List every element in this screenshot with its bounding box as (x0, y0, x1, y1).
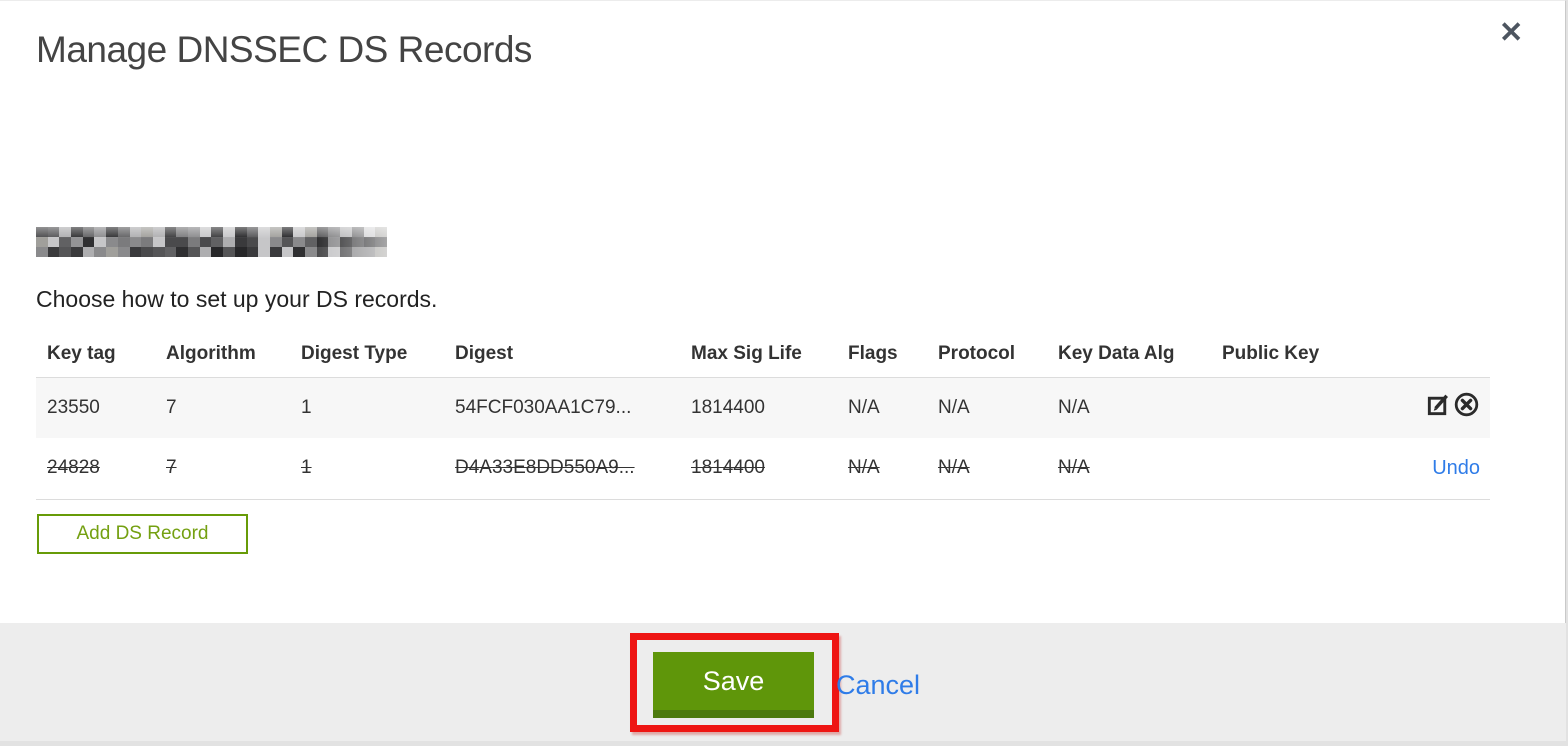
cell-digest: 54FCF030AA1C79... (455, 396, 632, 418)
cell-key-tag: 24828 (47, 457, 100, 479)
undo-link[interactable]: Undo (1432, 457, 1480, 479)
cell-flags: N/A (848, 457, 880, 479)
col-header-protocol: Protocol (938, 342, 1016, 364)
cell-protocol: N/A (938, 457, 970, 479)
cell-digest-type: 1 (301, 457, 312, 479)
cell-flags: N/A (848, 396, 880, 418)
save-button[interactable]: Save (653, 652, 814, 718)
col-header-max-sig-life: Max Sig Life (691, 342, 802, 364)
table-row: 24828 7 1 D4A33E8DD550A9... 1814400 N/A … (36, 438, 1490, 499)
add-ds-record-button[interactable]: Add DS Record (37, 514, 248, 554)
manage-dnssec-modal: Manage DNSSEC DS Records ✕ Choose how to… (0, 0, 1566, 741)
cell-key-data-alg: N/A (1058, 457, 1090, 479)
redacted-domain (36, 227, 387, 257)
col-header-key-data-alg: Key Data Alg (1058, 342, 1175, 364)
col-header-digest-type: Digest Type (301, 342, 408, 364)
col-header-actions (1400, 331, 1490, 377)
edit-icon[interactable] (1425, 391, 1452, 424)
cell-max-sig-life: 1814400 (691, 396, 765, 418)
cell-algorithm: 7 (166, 396, 177, 418)
modal-footer: Save Cancel (0, 623, 1566, 741)
ds-records-table: Key tag Algorithm Digest Type Digest Max… (36, 331, 1490, 500)
intro-text: Choose how to set up your DS records. (36, 286, 438, 312)
cancel-link[interactable]: Cancel (836, 670, 920, 701)
col-header-digest: Digest (455, 342, 514, 364)
col-header-flags: Flags (848, 342, 898, 364)
close-icon[interactable]: ✕ (1499, 19, 1523, 48)
cell-key-tag: 23550 (47, 396, 100, 418)
cell-public-key (1222, 438, 1400, 499)
page-title: Manage DNSSEC DS Records (36, 29, 532, 70)
row-actions: Undo (1400, 438, 1490, 499)
cell-protocol: N/A (938, 396, 970, 418)
table-header-row: Key tag Algorithm Digest Type Digest Max… (36, 331, 1490, 377)
cell-key-data-alg: N/A (1058, 396, 1090, 418)
col-header-public-key: Public Key (1222, 342, 1320, 364)
cell-max-sig-life: 1814400 (691, 457, 765, 479)
delete-icon[interactable] (1453, 391, 1480, 424)
col-header-key-tag: Key tag (47, 342, 116, 364)
cell-digest: D4A33E8DD550A9... (455, 457, 635, 479)
cell-digest-type: 1 (301, 396, 312, 418)
screenshot-stage: Manage DNSSEC DS Records ✕ Choose how to… (0, 0, 1568, 746)
table-row: 23550 7 1 54FCF030AA1C79... 1814400 N/A … (36, 377, 1490, 438)
row-actions (1400, 377, 1490, 438)
col-header-algorithm: Algorithm (166, 342, 256, 364)
cell-public-key (1222, 377, 1400, 438)
cell-algorithm: 7 (166, 457, 177, 479)
